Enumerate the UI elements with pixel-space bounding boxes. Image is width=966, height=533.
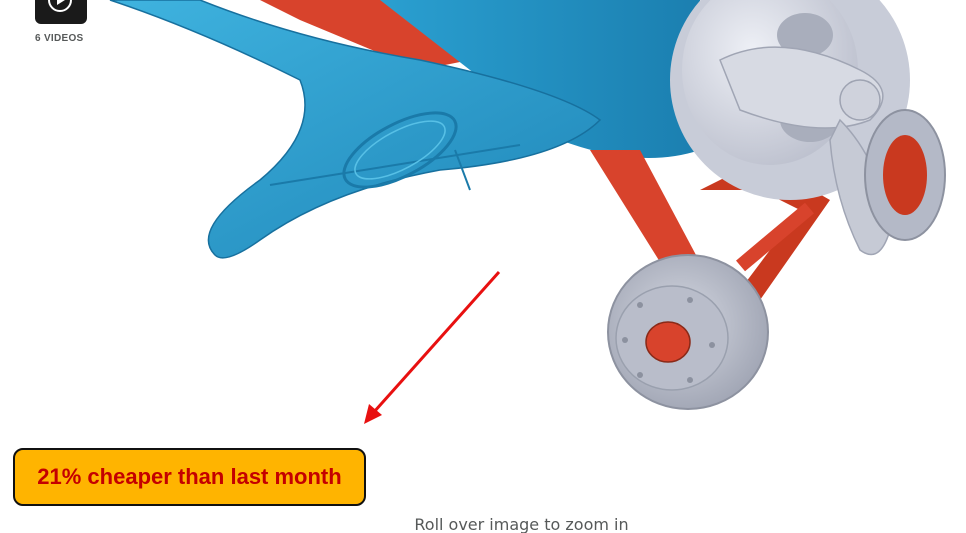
play-icon	[48, 0, 72, 12]
price-drop-badge: 21% cheaper than last month	[13, 448, 366, 506]
product-image[interactable]	[0, 0, 966, 440]
video-thumbnail-button[interactable]	[35, 0, 87, 24]
video-count-label[interactable]: 6 VIDEOS	[35, 33, 84, 44]
product-gallery: 6 VIDEOS 21% cheaper than last month Rol…	[0, 0, 966, 533]
price-drop-text: 21% cheaper than last month	[37, 464, 342, 489]
zoom-hint-text: Roll over image to zoom in	[414, 515, 629, 533]
